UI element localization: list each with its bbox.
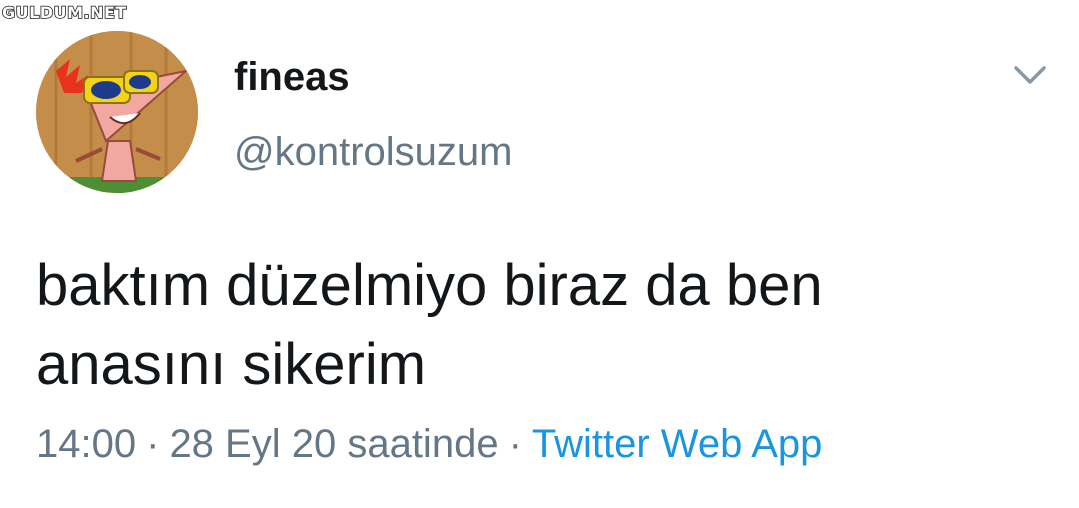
tweet-text: baktım düzelmiyo biraz da ben anasını si… bbox=[36, 246, 1046, 404]
tweet-metadata: 14:00 · 28 Eyl 20 saatinde · Twitter Web App bbox=[36, 420, 822, 468]
chevron-down-icon[interactable] bbox=[1010, 60, 1050, 92]
meta-separator: · bbox=[508, 422, 522, 466]
watermark-logo: GULDUM.NET bbox=[1, 2, 127, 23]
tweet-time[interactable]: 14:00 bbox=[36, 422, 136, 466]
avatar[interactable] bbox=[36, 31, 198, 193]
display-name[interactable]: fineas bbox=[234, 54, 350, 100]
tweet-date[interactable]: 28 Eyl 20 saatinde bbox=[169, 422, 498, 466]
user-handle[interactable]: @kontrolsuzum bbox=[234, 129, 512, 175]
meta-separator: · bbox=[146, 422, 160, 466]
avatar-image bbox=[36, 31, 198, 193]
tweet-text-line: anasını sikerim bbox=[36, 332, 427, 397]
tweet-text-line: baktım düzelmiyo biraz da ben bbox=[36, 253, 823, 318]
tweet-source-link[interactable]: Twitter Web App bbox=[532, 422, 823, 466]
